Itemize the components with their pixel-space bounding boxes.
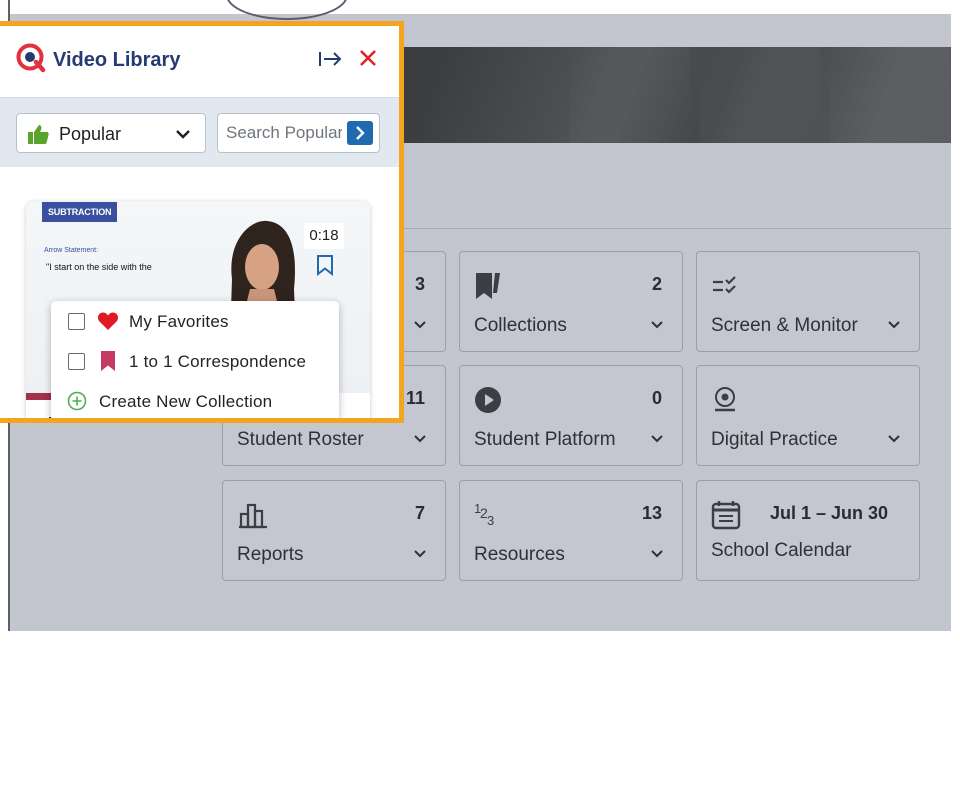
svg-text:3: 3 [487,513,494,528]
subject-tag: SUBTRACTION [42,202,118,222]
tile-label: Digital Practice [711,429,838,450]
tile-label: Resources [474,544,565,565]
collection-checkbox[interactable] [68,313,85,330]
calendar-icon [711,501,741,530]
chevron-down-icon[interactable] [413,547,427,561]
slide-text: "I start on the side with the [46,262,152,272]
create-collection-item[interactable]: Create New Collection [51,381,339,418]
tile-label: Student Roster [237,429,364,450]
tile-count: 11 [405,388,425,408]
chevron-down-icon [176,130,190,139]
webcam-icon [715,387,735,412]
chevron-down-icon[interactable] [650,432,664,446]
numbers-icon: 1 2 3 [474,501,494,528]
tile-count: 3 [414,274,425,294]
collection-label: 1 to 1 Correspondence [129,352,307,371]
tile-label: Collections [474,315,567,336]
video-library-logo-icon [16,43,46,73]
heart-icon [97,312,119,330]
bar-chart-icon [239,503,267,529]
filter-bar: Popular [0,98,399,167]
tile-label: School Calendar [711,540,852,561]
tile-label: Reports [237,544,304,565]
tile-label: Screen & Monitor [711,315,858,336]
bookmark-icon [101,351,115,371]
app-top-bar [10,0,951,20]
sort-filter-value: Popular [59,124,122,144]
search-input[interactable] [218,114,342,152]
create-collection-label: Create New Collection [99,392,273,411]
video-library-panel: Video Library Popular Search Popular SUB… [0,21,404,423]
slide-heading: Arrow Statement: [44,247,99,254]
chevron-down-icon[interactable] [413,432,427,446]
panel-header: Video Library [0,26,399,98]
panel-title: Video Library [53,49,181,71]
tile-screen-monitor[interactable]: Screen & Monitor [696,251,920,352]
collection-checkbox[interactable] [68,353,85,370]
tile-count: 7 [414,503,425,523]
play-circle-icon [475,387,501,413]
tile-school-calendar[interactable]: Jul 1 – Jun 30 School Calendar [696,480,920,581]
chevron-down-icon[interactable] [887,432,901,446]
collections-bookmark-icon [476,273,500,299]
thumbs-up-icon [28,125,49,144]
top-arc-decoration [226,0,348,20]
chevron-down-icon[interactable] [650,547,664,561]
video-duration: 0:18 [304,223,344,249]
collection-menu: My Favorites 1 to 1 Correspondence Creat… [51,301,339,418]
plus-circle-icon [67,391,87,411]
bookmark-outline-icon[interactable] [316,254,334,276]
search-go-icon[interactable] [347,121,373,145]
tile-digital-practice[interactable]: Digital Practice [696,365,920,466]
tile-count: 0 [651,388,662,408]
search-box [217,113,380,153]
collection-label: My Favorites [129,312,229,331]
sort-filter-select[interactable]: Popular [16,113,206,153]
chevron-down-icon[interactable] [650,318,664,332]
chevron-down-icon[interactable] [887,318,901,332]
tile-label: Student Platform [474,429,616,450]
tile-student-platform[interactable]: 0 Student Platform [459,365,683,466]
dock-panel-icon[interactable] [318,49,344,69]
close-icon[interactable] [358,48,378,68]
tile-date-range: Jul 1 – Jun 30 [770,503,889,523]
tile-count: 13 [641,503,662,523]
tile-resources[interactable]: 1 2 3 13 Resources [459,480,683,581]
video-list: SUBTRACTION Arrow Statement: "I start on… [0,167,399,418]
tile-reports[interactable]: 7 Reports [222,480,446,581]
tile-count: 2 [651,274,662,294]
collection-item-1-to-1[interactable]: 1 to 1 Correspondence [51,341,339,381]
chevron-down-icon[interactable] [413,318,427,332]
checklist-icon [713,276,736,294]
collection-item-my-favorites[interactable]: My Favorites [51,301,339,341]
tile-collections[interactable]: 2 Collections [459,251,683,352]
